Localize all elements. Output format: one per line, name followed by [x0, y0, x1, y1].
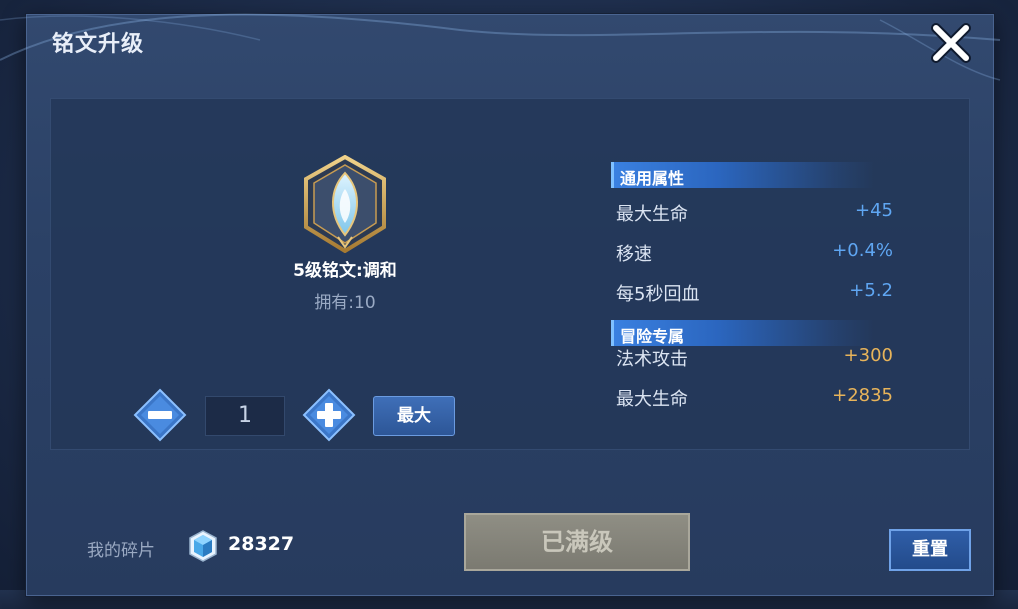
- stat-label: 每5秒回血: [616, 284, 700, 305]
- stat-value: +45: [855, 200, 893, 221]
- stat-label: 最大生命: [616, 204, 688, 225]
- max-quantity-button[interactable]: 最大: [373, 396, 455, 436]
- rune-crest-icon: [304, 155, 386, 253]
- stat-value: +300: [843, 345, 893, 366]
- section-title: 冒险专属: [620, 327, 685, 346]
- section-header-general: 通用属性: [611, 162, 874, 188]
- rune-owned-count: 拥有:10: [230, 288, 460, 313]
- owned-value: 10: [354, 293, 376, 313]
- section-header-adventure: 冒险专属: [611, 320, 874, 346]
- upgrade-button-maxed[interactable]: 已满级: [464, 513, 690, 571]
- rune-name: 5级铭文:调和: [293, 261, 397, 281]
- crystal-shard-icon: [189, 530, 217, 562]
- owned-label: 拥有:: [314, 293, 355, 313]
- stat-value: +5.2: [849, 280, 893, 301]
- stat-value: +0.4%: [832, 240, 893, 261]
- section-title: 通用属性: [620, 169, 685, 188]
- increase-quantity-button[interactable]: [301, 387, 357, 443]
- shards-count: 28327: [228, 533, 295, 555]
- dialog-title: 铭文升级: [52, 32, 145, 57]
- decrease-quantity-button[interactable]: [132, 387, 188, 443]
- stat-label: 最大生命: [616, 389, 688, 410]
- quantity-input[interactable]: 1: [205, 396, 285, 436]
- reset-button[interactable]: 重置: [889, 529, 971, 571]
- minus-icon: [133, 388, 187, 442]
- stat-value: +2835: [832, 385, 893, 406]
- close-icon: [931, 23, 971, 63]
- plus-icon: [302, 388, 356, 442]
- stat-label: 法术攻击: [616, 349, 688, 370]
- shards-label: 我的碎片: [87, 541, 155, 561]
- screen: 铭文升级 5级铭文:调和 拥有:10 1 最大 通用属性 最大生命 +45 移速…: [0, 0, 1018, 609]
- stat-label: 移速: [616, 244, 652, 265]
- close-button[interactable]: [928, 20, 974, 66]
